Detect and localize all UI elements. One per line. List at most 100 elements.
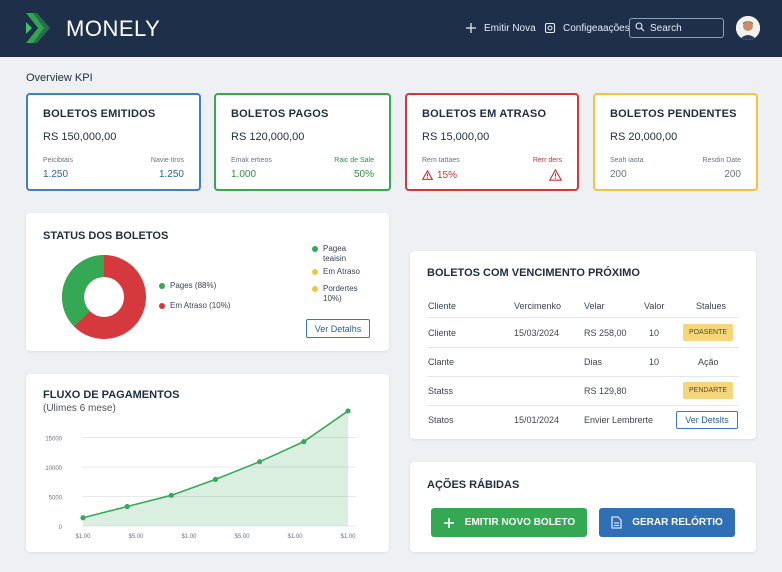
legend-dot: [312, 246, 318, 252]
kpi-right-label: Navie tiros: [150, 157, 184, 164]
cell-amount: 10: [649, 357, 660, 367]
kpi-value: RS 15,000,00: [422, 131, 490, 143]
side-legend-item: Em Atraso: [312, 267, 360, 277]
x-tick-label: $1.00: [181, 534, 197, 540]
kpi-value: RS 20,000,00: [610, 131, 678, 143]
kpi-card-atraso[interactable]: BOLETOS EM ATRASO RS 15,000,00 Rem tatta…: [405, 93, 579, 191]
col-header: Velar: [584, 301, 605, 311]
status-badge: PENDARTE: [683, 382, 733, 399]
config-label: Configeaações: [563, 22, 630, 34]
x-tick-label: $1.00: [75, 534, 91, 540]
row-details-button[interactable]: Ver Detslts: [676, 411, 738, 429]
cell-value: RS 258,00: [584, 328, 627, 338]
y-tick-label: 5000: [49, 496, 63, 502]
search-icon: [635, 19, 645, 37]
search-input[interactable]: [650, 22, 720, 34]
cell-client: Clante: [428, 357, 455, 367]
col-header: Cliente: [428, 301, 457, 311]
kpi-card-emitidos[interactable]: BOLETOS EMITIDOS RS 150,000,00 Peicibtai…: [26, 93, 201, 191]
send-reminder-link[interactable]: Envier Lembrerte: [584, 415, 653, 425]
row-divider: [427, 347, 739, 348]
legend-dot: [159, 303, 165, 309]
status-panel: STATUS DOS BOLETOS Pages (88%) Em Atraso…: [26, 213, 389, 351]
x-tick-label: $5.00: [128, 534, 144, 540]
status-title: STATUS DOS BOLETOS: [43, 230, 169, 242]
emitir-nova-label: Emitir Nova: [484, 22, 536, 34]
kpi-left-value: 200: [610, 169, 627, 180]
generate-report-label: GERAR RELÓRTIO: [632, 517, 723, 528]
kpi-title: BOLETOS EMITIDOS: [43, 108, 156, 120]
status-badge: POASENTE: [683, 324, 733, 341]
kpi-left-value: 1.000: [231, 169, 257, 180]
y-tick-label: 15000: [45, 437, 62, 443]
legend-label: Em Atraso: [323, 267, 360, 276]
side-legend-item: Pordertes 10%): [312, 284, 358, 304]
quick-actions-panel: AÇÕES RÁBIDAS: [410, 462, 756, 552]
y-tick-label: 10000: [45, 466, 62, 472]
search-box[interactable]: [629, 18, 724, 38]
settings-icon: [543, 21, 557, 35]
config-button[interactable]: Configeaações: [543, 20, 630, 36]
payments-area-chart: 15000 10000 5000 0 $1.00 $5.00 $1.00 $5.00 $1.00…: [45, 408, 356, 540]
cell-amount: 10: [649, 328, 660, 338]
avatar[interactable]: [736, 16, 760, 40]
cell-value: RS 129,80: [584, 386, 627, 396]
pie-legend-item: Em Atraso (10%): [159, 301, 230, 311]
kpi-right-label: Resdin Date: [702, 157, 741, 164]
warning-icon: [549, 169, 562, 181]
generate-report-button[interactable]: GERAR RELÓRTIO: [599, 508, 735, 537]
ver-detalhes-button[interactable]: Ver Detalhs: [306, 319, 370, 338]
kpi-right-value: 1.250: [158, 169, 184, 180]
area-fill: [83, 410, 348, 526]
pie-legend-item: Pages (88%): [159, 281, 216, 291]
kpi-title: BOLETOS EM ATRASO: [422, 108, 547, 120]
legend-label: Pages (88%): [170, 281, 217, 290]
cell-status: Ação: [698, 357, 719, 367]
legend-dot: [312, 269, 318, 275]
plus-icon: [443, 517, 454, 528]
row-divider: [427, 405, 739, 406]
kpi-title: BOLETOS PENDENTES: [610, 108, 737, 120]
col-header: Valor: [644, 301, 665, 311]
data-point: [168, 492, 174, 498]
cell-client: Statss: [428, 386, 454, 396]
kpi-value: RS 120,000,00: [231, 131, 305, 143]
kpi-right-value: 50%: [353, 169, 374, 180]
top-bar: MONELY Emitir Nova Configeaações: [0, 0, 782, 57]
upcoming-title: BOLETOS COM VENCIMENTO PRÓXIMO: [427, 267, 640, 279]
cell-client: Cliente: [428, 328, 457, 338]
kpi-card-pagos[interactable]: BOLETOS PAGOS RS 120,000,00 Emak ertieos…: [214, 93, 391, 191]
x-tick-label: $5.00: [234, 534, 250, 540]
kpi-left-value: 1.250: [43, 169, 69, 180]
kpi-left-label: Emak ertieos: [231, 157, 272, 164]
kpi-title: BOLETOS PAGOS: [231, 108, 329, 120]
kpi-value: RS 150,000,00: [43, 131, 117, 143]
data-point: [257, 459, 263, 465]
data-point: [345, 408, 351, 414]
data-point: [301, 439, 307, 445]
payments-chart-panel: FLUXO DE PAGAMENTOS (Ulimes 6 mese) 1500…: [26, 374, 389, 552]
kpi-left-label: Peicibtais: [43, 157, 73, 164]
col-header: Vercimenko: [514, 301, 562, 311]
donut-slice-pagos: [62, 255, 105, 327]
logo-icon: [26, 13, 50, 43]
emit-boleto-label: EMITIR NOVO BOLETO: [464, 517, 576, 528]
cell-due: 15/01/2024: [514, 415, 560, 425]
kpi-right-label: Rerr ders: [532, 157, 562, 164]
warning-icon: [422, 170, 433, 180]
cell-value: Dias: [584, 357, 603, 367]
kpi-right-label: Raic de Sale: [334, 157, 374, 164]
data-point: [124, 503, 130, 510]
side-legend-item: Pagea teaisin: [312, 244, 346, 264]
emit-boleto-button[interactable]: EMITIR NOVO BOLETO: [431, 508, 587, 537]
kpi-left-label: Rem tattaes: [422, 157, 460, 164]
legend-label: Em Atraso (10%): [170, 301, 231, 310]
y-tick-label: 0: [59, 525, 63, 531]
document-icon: [611, 516, 622, 529]
x-tick-label: $1.00: [340, 534, 356, 540]
kpi-card-pendentes[interactable]: BOLETOS PENDENTES RS 20,000,00 Seah iaot…: [593, 93, 758, 191]
emitir-nova-button[interactable]: Emitir Nova: [464, 20, 536, 36]
kpi-left-value: 15%: [437, 169, 458, 181]
quick-actions-title: AÇÕES RÁBIDAS: [427, 479, 520, 491]
kpi-left-label: Seah iaota: [610, 157, 644, 164]
